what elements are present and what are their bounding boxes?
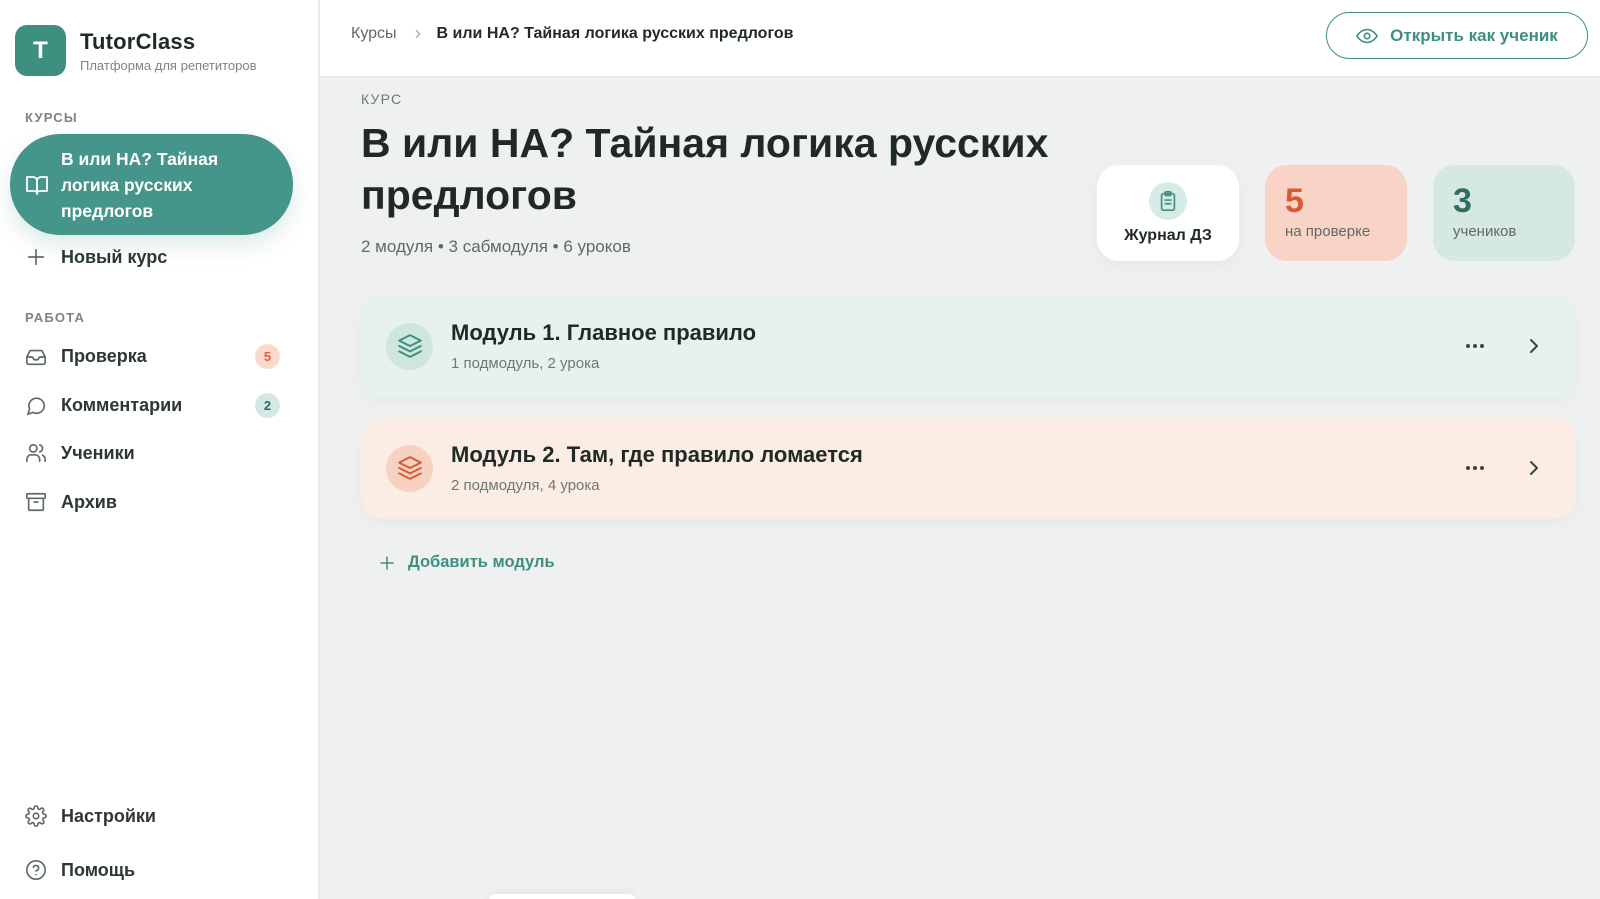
breadcrumb: Курсы В или НА? Тайная логика русских пр… — [351, 25, 794, 43]
gear-icon — [25, 805, 47, 827]
review-stat-value: 5 — [1285, 182, 1304, 220]
users-icon — [26, 443, 46, 463]
module-card-1[interactable]: Модуль 1. Главное правило 1 подмодуль, 2… — [361, 295, 1576, 397]
clipboard-icon-wrap — [1149, 181, 1187, 220]
sidebar: T TutorClass Платформа для репетиторов К… — [0, 0, 319, 899]
archive-icon — [26, 492, 46, 512]
plus-icon — [27, 248, 45, 266]
course-meta: 2 модуля • 3 сабмодуля • 6 уроков — [361, 237, 631, 256]
sidebar-item-archive[interactable]: Архив — [25, 491, 280, 513]
sidebar-item-label: Архив — [61, 491, 117, 512]
breadcrumb-courses-link[interactable]: Курсы — [351, 25, 397, 43]
comment-icon — [26, 396, 46, 415]
plus-icon — [380, 555, 394, 570]
sidebar-item-students[interactable]: Ученики — [25, 442, 280, 464]
review-count-badge: 5 — [255, 344, 280, 369]
more-horizontal-icon — [1466, 466, 1484, 470]
clipboard-icon — [1160, 190, 1176, 211]
courses-section-label: КУРСЫ — [25, 110, 78, 125]
work-section-label: РАБОТА — [25, 310, 86, 325]
sidebar-item-settings[interactable]: Настройки — [25, 805, 280, 827]
brand-text: TutorClass Платформа для репетиторов — [80, 29, 257, 73]
layers-icon — [397, 456, 422, 480]
active-course-label: В или НА? Тайная логика русских предлого… — [61, 148, 219, 221]
comments-count-badge: 2 — [255, 393, 280, 418]
breadcrumb-current: В или НА? Тайная логика русских предлого… — [436, 25, 794, 42]
sidebar-item-label: Помощь — [61, 859, 136, 880]
sidebar-item-comments[interactable]: Комментарии 2 — [25, 393, 280, 418]
sidebar-item-label: Настройки — [61, 805, 156, 826]
sidebar-item-label: Ученики — [61, 442, 135, 463]
homework-journal-card[interactable]: Журнал ДЗ — [1097, 165, 1239, 261]
students-stat-card[interactable]: 3 учеников — [1433, 165, 1575, 261]
topbar: Курсы В или НА? Тайная логика русских пр… — [320, 0, 1600, 77]
open-as-student-label: Открыть как ученик — [1390, 25, 1558, 45]
brand-logo: T — [15, 25, 66, 76]
chevron-right-icon[interactable] — [1522, 334, 1546, 358]
add-module-button[interactable]: Добавить модуль — [378, 553, 555, 572]
eye-icon — [1356, 28, 1379, 43]
module-subtitle: 2 подмодуля, 4 урока — [451, 477, 600, 494]
more-options-button[interactable] — [1461, 334, 1489, 358]
layers-icon — [397, 334, 422, 358]
more-horizontal-icon — [1466, 344, 1484, 348]
homework-journal-label: Журнал ДЗ — [1124, 226, 1212, 244]
page-title: В или НА? Тайная логика русских предлого… — [361, 120, 1049, 218]
book-open-icon — [26, 175, 48, 195]
students-stat-value: 3 — [1453, 182, 1472, 220]
layers-icon-wrap — [386, 444, 433, 492]
course-eyebrow: КУРС — [361, 91, 403, 107]
module-title: Модуль 2. Там, где правило ломается — [451, 442, 863, 467]
review-stat-card[interactable]: 5 на проверке — [1265, 165, 1407, 261]
inbox-icon — [26, 349, 46, 365]
module-card-2[interactable]: Модуль 2. Там, где правило ломается 2 по… — [361, 417, 1576, 519]
more-options-button[interactable] — [1461, 456, 1489, 480]
chevron-right-icon — [415, 29, 420, 39]
brand-subtitle: Платформа для репетиторов — [80, 57, 257, 73]
add-module-label: Добавить модуль — [408, 553, 555, 571]
chevron-right-icon[interactable] — [1522, 456, 1546, 480]
module-subtitle: 1 подмодуль, 2 урока — [451, 355, 600, 372]
sidebar-item-label: Проверка — [61, 346, 147, 366]
sidebar-item-review[interactable]: Проверка 5 — [25, 344, 280, 369]
sidebar-item-label: Комментарии — [61, 395, 183, 415]
review-stat-label: на проверке — [1285, 223, 1371, 240]
new-course-button[interactable]: Новый курс — [25, 246, 280, 268]
students-stat-label: учеников — [1453, 223, 1517, 240]
brand-name: TutorClass — [80, 28, 196, 54]
layers-icon-wrap — [386, 322, 433, 370]
sidebar-item-active-course[interactable]: В или НА? Тайная логика русских предлого… — [10, 134, 293, 235]
module-title: Модуль 1. Главное правило — [451, 320, 757, 345]
new-course-label: Новый курс — [61, 246, 168, 267]
brand[interactable]: T TutorClass Платформа для репетиторов — [15, 25, 257, 76]
module-text: Модуль 1. Главное правило 1 подмодуль, 2… — [451, 320, 756, 372]
bottom-drawer-handle[interactable] — [488, 894, 636, 899]
module-text: Модуль 2. Там, где правило ломается 2 по… — [451, 442, 863, 494]
open-as-student-button[interactable]: Открыть как ученик — [1326, 12, 1588, 59]
help-icon — [26, 860, 46, 880]
sidebar-item-help[interactable]: Помощь — [25, 859, 280, 881]
